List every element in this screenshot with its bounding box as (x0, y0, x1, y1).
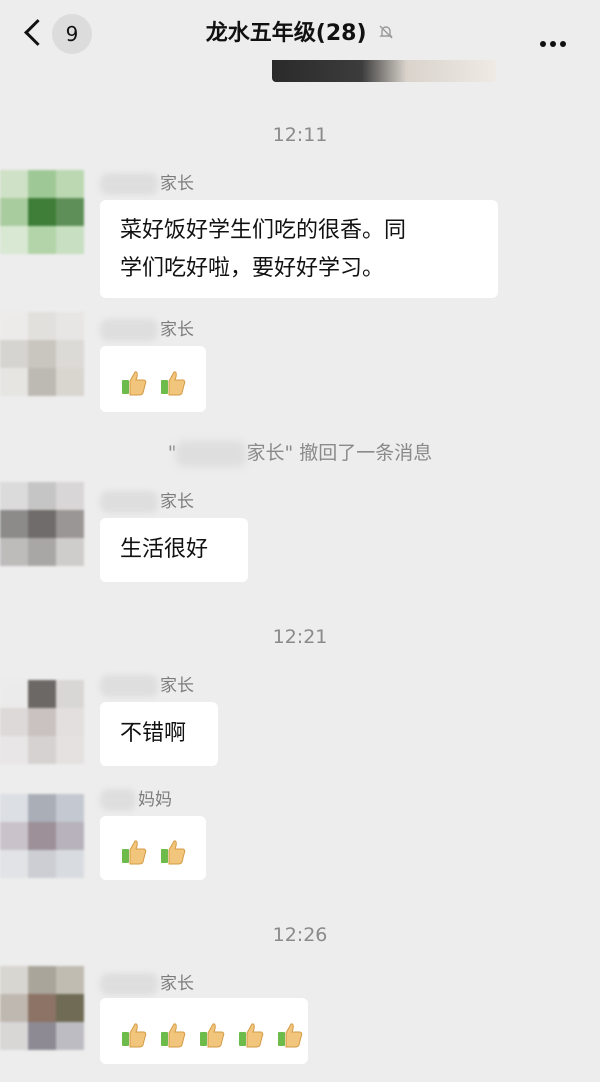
message-bubble[interactable] (100, 346, 206, 412)
thumbs-up-icon (239, 1023, 264, 1048)
message-text: 不错啊 (120, 721, 187, 746)
avatar[interactable] (0, 482, 84, 566)
thumbs-up-icon (161, 1023, 186, 1048)
timestamp: 12:11 (272, 124, 328, 146)
thumbs-up-icon (122, 1023, 147, 1048)
sender-name: 家长 (100, 490, 194, 514)
message-bubble[interactable]: 菜好饭好学生们吃的很香。同 学们吃好啦，要好好学习。 (100, 200, 498, 298)
chevron-left-icon (24, 19, 51, 46)
thumbs-up-icon (278, 1023, 303, 1048)
message-text: 菜好饭好学生们吃的很香。同 学们吃好啦，要好好学习。 (120, 218, 407, 281)
chat-title-text: 龙水五年级(28) (205, 21, 367, 46)
blurred-name (100, 973, 158, 995)
avatar[interactable] (0, 794, 84, 878)
blurred-name (176, 440, 247, 467)
chat-title: 龙水五年级(28) (180, 14, 420, 54)
more-dots-icon[interactable] (540, 32, 572, 47)
back-button[interactable]: 9 (20, 14, 100, 54)
message-bubble[interactable] (100, 816, 206, 880)
blurred-name (100, 491, 158, 513)
blurred-name (100, 789, 136, 811)
thumbs-up-icon (122, 840, 147, 865)
thumbs-up-icon (200, 1023, 225, 1048)
message-bubble[interactable]: 生活很好 (100, 518, 248, 582)
timestamp: 12:21 (272, 626, 328, 648)
bell-slash-icon (379, 25, 393, 39)
sender-name: 家长 (100, 318, 194, 342)
sender-name: 妈妈 (100, 788, 172, 812)
avatar[interactable] (0, 966, 84, 1050)
sender-name: 家长 (100, 172, 194, 196)
avatar[interactable] (0, 170, 84, 254)
sender-name: 家长 (100, 674, 194, 698)
sender-name: 家长 (100, 972, 194, 996)
thumbs-up-icon (161, 840, 186, 865)
thumbs-up-icon (161, 371, 186, 396)
avatar[interactable] (0, 680, 84, 764)
emoji-row (120, 1016, 308, 1054)
previous-image-message[interactable] (272, 60, 496, 82)
emoji-row (120, 364, 191, 402)
blurred-name (100, 319, 158, 341)
recall-notice: " 家长" 撤回了一条消息 (0, 438, 600, 467)
emoji-row (120, 833, 191, 871)
blurred-name (100, 675, 158, 697)
message-bubble[interactable] (100, 998, 308, 1064)
thumbs-up-icon (122, 371, 147, 396)
timestamp: 12:26 (272, 924, 328, 946)
message-text: 生活很好 (120, 537, 209, 562)
unread-count-badge: 9 (52, 14, 92, 54)
message-bubble[interactable]: 不错啊 (100, 702, 218, 766)
avatar[interactable] (0, 312, 84, 396)
blurred-name (100, 173, 158, 195)
